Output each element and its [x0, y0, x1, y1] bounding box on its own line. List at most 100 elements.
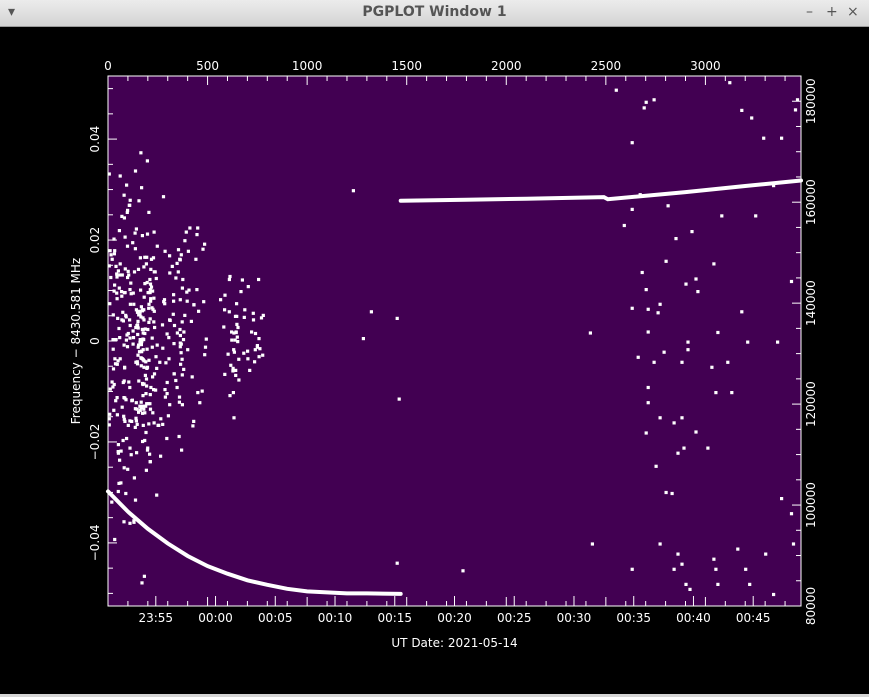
data-point	[153, 325, 157, 330]
data-point	[178, 298, 182, 302]
data-point	[152, 372, 157, 376]
data-point	[712, 262, 716, 266]
data-point	[195, 233, 199, 237]
data-point	[180, 448, 184, 452]
data-point	[149, 385, 153, 390]
data-point	[149, 297, 153, 301]
data-point	[236, 340, 240, 344]
data-point	[137, 410, 141, 414]
data-point	[171, 312, 175, 316]
data-point	[144, 392, 148, 396]
data-point	[140, 581, 144, 585]
data-point	[230, 338, 234, 342]
data-point	[235, 322, 239, 326]
data-point	[204, 337, 208, 341]
data-point	[172, 293, 176, 297]
data-point	[243, 308, 247, 312]
data-point	[115, 275, 119, 279]
close-icon[interactable]: ×	[847, 3, 859, 21]
data-point	[175, 261, 179, 265]
data-point	[746, 340, 750, 344]
data-point	[110, 380, 114, 384]
data-point	[191, 424, 195, 428]
data-point	[686, 348, 690, 352]
data-point	[197, 309, 201, 313]
data-point	[134, 308, 138, 312]
data-point	[139, 305, 143, 309]
data-point	[136, 353, 140, 357]
data-point	[664, 259, 668, 263]
data-point	[142, 574, 146, 578]
data-point	[177, 400, 181, 404]
data-point	[696, 290, 700, 294]
data-point	[141, 331, 145, 335]
data-point	[666, 204, 670, 208]
data-point	[120, 405, 124, 409]
data-point	[121, 310, 125, 314]
right-tick-label: 180000	[804, 78, 818, 124]
data-point	[246, 357, 250, 361]
data-point	[163, 249, 167, 253]
data-point	[168, 271, 172, 275]
data-point	[143, 255, 147, 259]
data-point	[166, 414, 170, 418]
data-point	[140, 309, 144, 313]
data-point	[133, 407, 137, 411]
data-point	[163, 388, 167, 392]
data-point	[131, 342, 135, 346]
data-point	[156, 423, 160, 427]
data-point	[203, 353, 207, 357]
title-bar[interactable]: ▾ PGPLOT Window 1 – + ×	[0, 0, 869, 27]
top-tick-label: 2000	[491, 59, 522, 73]
data-point	[127, 273, 131, 277]
data-point	[726, 360, 730, 364]
data-point	[201, 247, 205, 251]
data-point	[137, 199, 141, 203]
minimize-icon[interactable]: –	[806, 3, 813, 21]
data-point	[686, 340, 690, 344]
data-point	[239, 290, 243, 294]
data-point	[198, 401, 202, 405]
data-point	[638, 193, 642, 197]
data-point	[588, 331, 592, 335]
data-point	[112, 408, 116, 412]
data-point	[154, 276, 158, 281]
right-tick-label: 120000	[804, 381, 818, 427]
data-point	[222, 325, 226, 329]
data-point	[118, 458, 122, 462]
data-point	[122, 216, 126, 220]
data-point	[131, 241, 135, 245]
data-point	[720, 214, 724, 218]
data-point	[261, 353, 265, 357]
data-point	[682, 446, 686, 450]
data-point	[161, 346, 165, 350]
data-point	[710, 365, 714, 369]
data-point	[161, 195, 166, 199]
maximize-icon[interactable]: +	[826, 3, 838, 21]
data-point	[132, 270, 137, 274]
data-point	[167, 357, 171, 361]
data-point	[143, 373, 147, 377]
data-point	[203, 345, 208, 349]
data-point	[112, 289, 116, 293]
data-point	[124, 398, 128, 402]
data-point	[658, 542, 662, 546]
bottom-tick-label: 23:55	[138, 611, 173, 625]
data-point	[125, 244, 130, 248]
left-tick-label: 0	[88, 337, 102, 345]
data-point	[150, 306, 154, 310]
data-point	[113, 249, 117, 253]
data-point	[694, 277, 698, 281]
data-point	[113, 537, 117, 542]
data-point	[148, 460, 152, 464]
data-point	[175, 331, 179, 335]
data-point	[147, 320, 151, 324]
data-point	[147, 422, 151, 426]
top-tick-label: 2500	[591, 59, 622, 73]
data-point	[126, 467, 130, 471]
data-point	[789, 512, 794, 516]
right-tick-label: 160000	[804, 179, 818, 225]
data-point	[674, 237, 678, 241]
data-point	[123, 291, 127, 295]
data-point	[141, 381, 145, 386]
